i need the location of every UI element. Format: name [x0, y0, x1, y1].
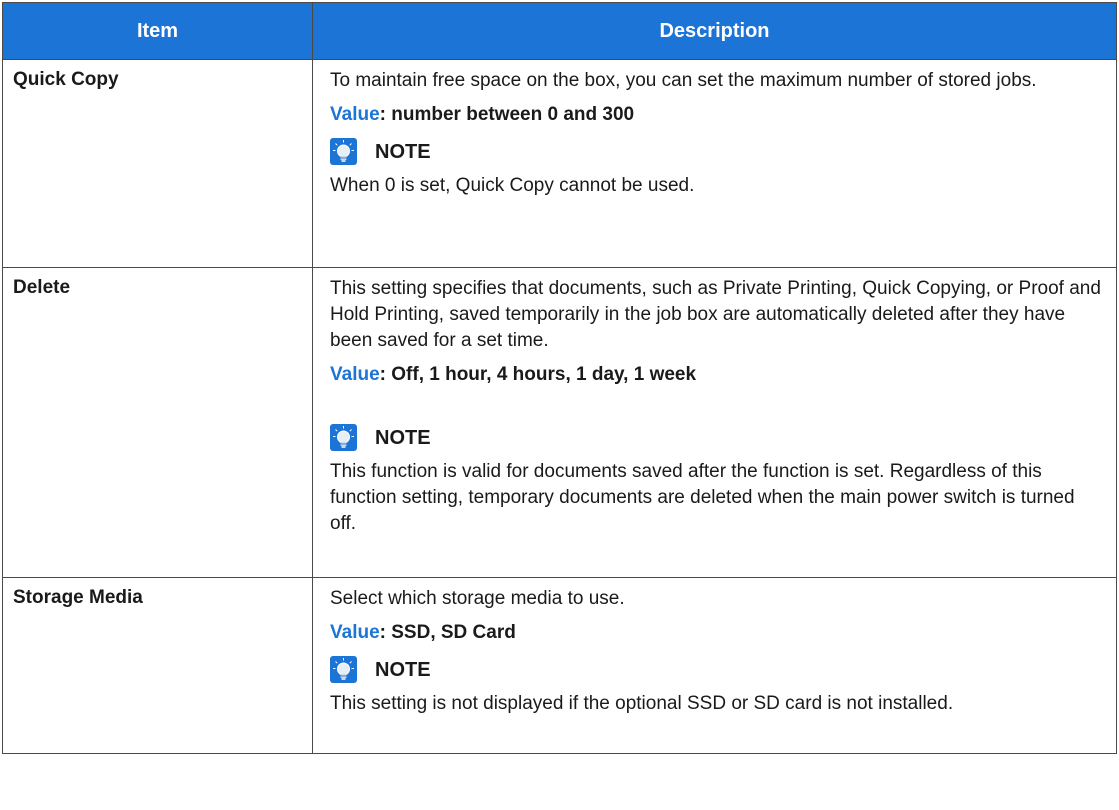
note-heading: NOTE — [330, 424, 1102, 451]
column-header-item: Item — [2, 2, 313, 60]
table-header-row: Item Description — [2, 2, 1117, 60]
note-label: NOTE — [375, 140, 431, 163]
table-row: Storage Media Select which storage media… — [2, 577, 1117, 754]
value-line: Value: SSD, SD Card — [330, 620, 1102, 646]
lightbulb-note-icon — [330, 424, 357, 451]
note-text: This function is valid for documents sav… — [330, 461, 1075, 534]
value-text: : SSD, SD Card — [379, 622, 516, 643]
value-key: Value — [330, 622, 380, 643]
lightbulb-note-icon — [330, 138, 357, 165]
description-text: This setting specifies that documents, s… — [330, 278, 1101, 351]
note-label: NOTE — [375, 658, 431, 681]
value-text: : number between 0 and 300 — [379, 104, 635, 125]
table-row: Quick Copy To maintain free space on the… — [2, 59, 1117, 268]
lightbulb-note-icon — [330, 656, 357, 683]
note-heading: NOTE — [330, 138, 1102, 165]
note-text: When 0 is set, Quick Copy cannot be used… — [330, 175, 695, 196]
item-name: Quick Copy — [2, 59, 313, 268]
value-line: Value: number between 0 and 300 — [330, 102, 1102, 128]
column-header-description: Description — [312, 2, 1117, 60]
item-name: Delete — [2, 267, 313, 578]
item-name: Storage Media — [2, 577, 313, 754]
table-row: Delete This setting specifies that docum… — [2, 267, 1117, 578]
description-text: To maintain free space on the box, you c… — [330, 70, 1037, 91]
item-description: This setting specifies that documents, s… — [312, 267, 1117, 578]
value-line: Value: Off, 1 hour, 4 hours, 1 day, 1 we… — [330, 362, 1102, 388]
settings-table: Item Description Quick Copy To maintain … — [2, 2, 1117, 754]
value-text: : Off, 1 hour, 4 hours, 1 day, 1 week — [379, 364, 697, 385]
note-label: NOTE — [375, 426, 431, 449]
note-heading: NOTE — [330, 656, 1102, 683]
description-text: Select which storage media to use. — [330, 588, 625, 609]
value-key: Value — [330, 364, 380, 385]
item-description: Select which storage media to use. Value… — [312, 577, 1117, 754]
note-text: This setting is not displayed if the opt… — [330, 693, 954, 714]
item-description: To maintain free space on the box, you c… — [312, 59, 1117, 268]
value-key: Value — [330, 104, 380, 125]
